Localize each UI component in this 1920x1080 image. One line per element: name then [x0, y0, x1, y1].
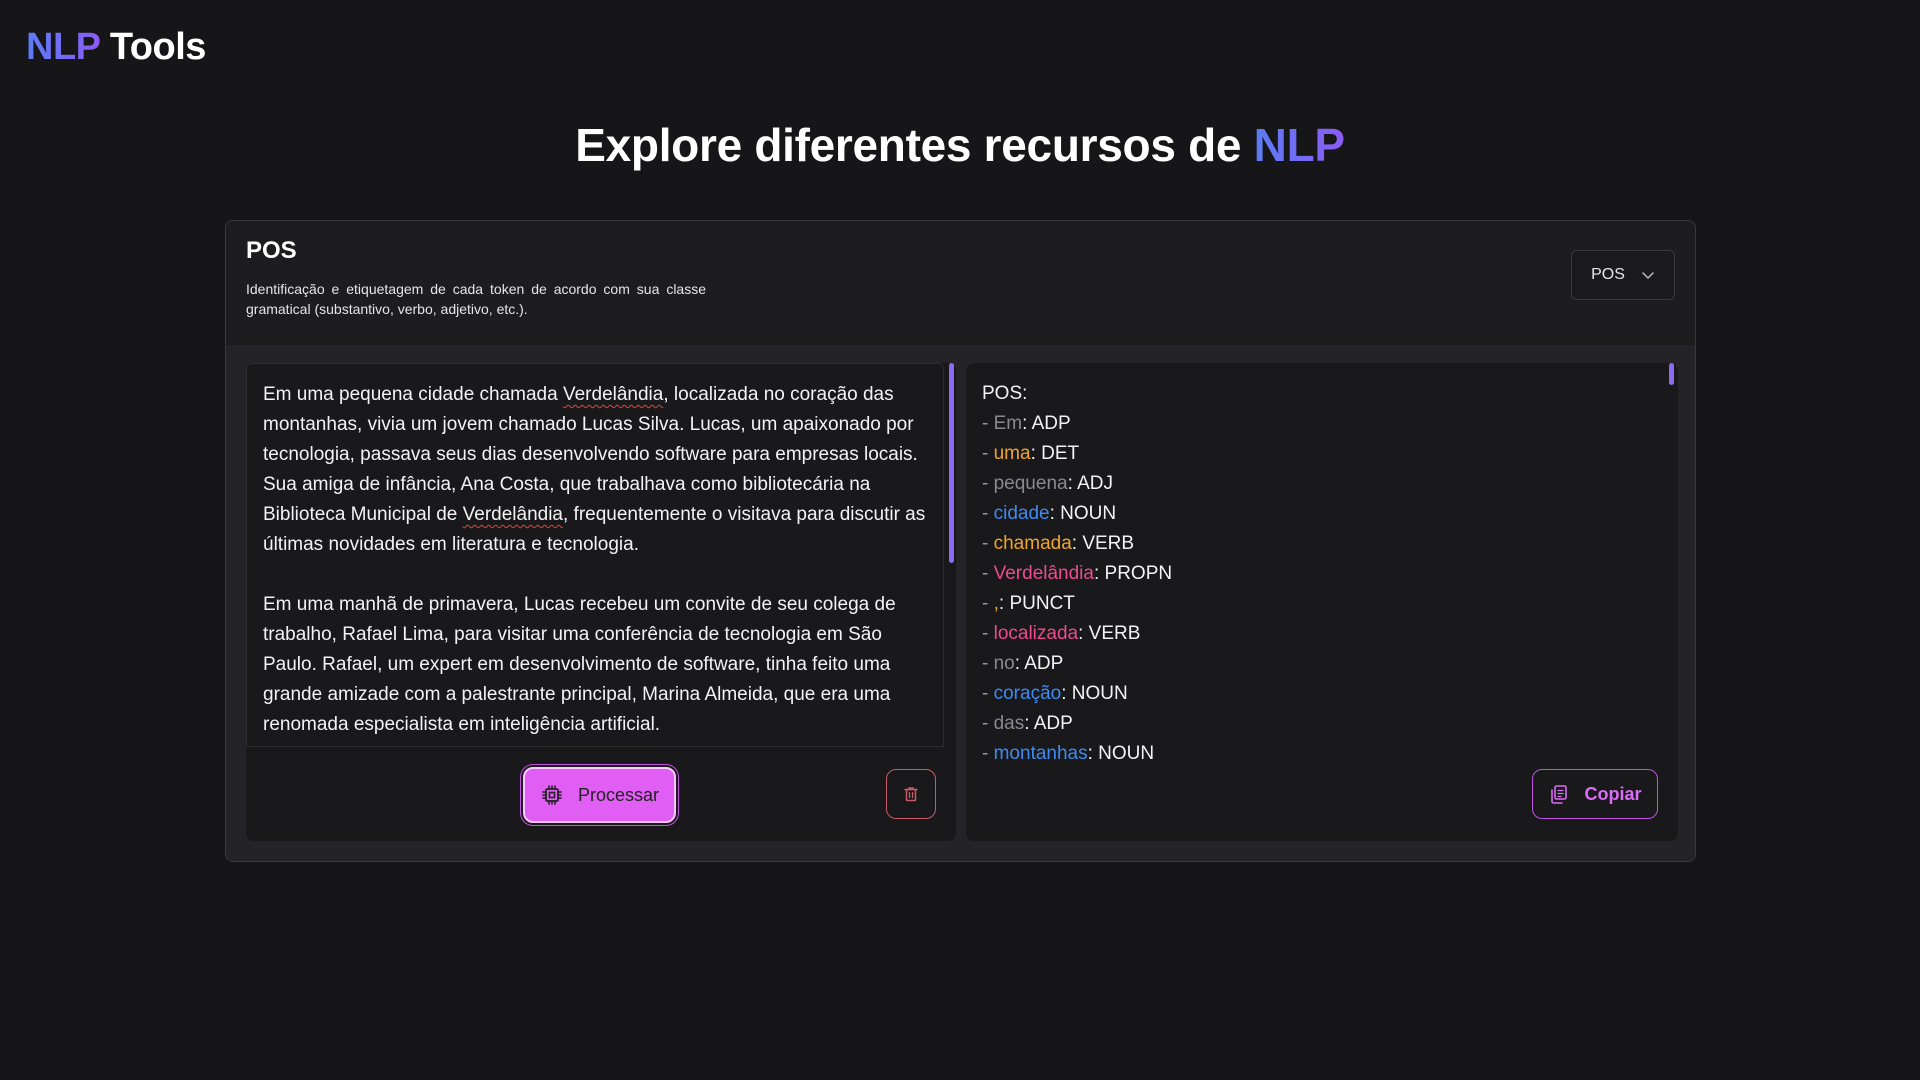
token-line: - pequena: ADJ — [982, 469, 1642, 499]
logo-text: Tools — [109, 26, 207, 68]
input-paragraph-2: Em uma manhã de primavera, Lucas recebeu… — [263, 594, 901, 735]
token-line: - Em: ADP — [982, 409, 1642, 439]
token-line: - cidade: NOUN — [982, 499, 1642, 529]
process-button[interactable]: Processar — [523, 767, 676, 823]
token-tag: : ADP — [1024, 713, 1073, 734]
copy-button-label: Copiar — [1584, 783, 1642, 804]
token-word: das — [993, 713, 1025, 734]
token-tag: : DET — [1030, 443, 1080, 464]
input-textarea[interactable]: Em uma pequena cidade chamada Verdelândi… — [246, 363, 944, 747]
token-bullet: - — [982, 623, 994, 644]
token-line: - localizada: VERB — [982, 619, 1642, 649]
token-tag: : NOUN — [1049, 503, 1117, 524]
pos-output: POS: - Em: ADP - uma: DET - pequena: ADJ - … — [982, 379, 1642, 763]
token-bullet: - — [982, 713, 994, 734]
token-word: chamada — [993, 533, 1072, 554]
token-bullet: - — [982, 443, 994, 464]
token-line: - coração: NOUN — [982, 679, 1642, 709]
token-bullet: - — [982, 503, 994, 524]
token-word: uma — [993, 443, 1031, 464]
card-header: POS Identificação e etiquetagem de cada … — [246, 237, 706, 319]
token-bullet: - — [982, 473, 994, 494]
token-bullet: - — [982, 593, 994, 614]
output-scrollbar-thumb[interactable] — [1669, 363, 1674, 385]
input-paragraph-1: Em uma pequena cidade chamada Verdelândi… — [263, 384, 931, 555]
token-word: no — [993, 653, 1015, 674]
token-bullet: - — [982, 413, 994, 434]
input-scrollbar-thumb[interactable] — [949, 363, 954, 563]
feature-select-value: POS — [1591, 266, 1625, 283]
misspelled-word: Verdelândia — [562, 384, 664, 405]
trash-icon — [904, 787, 918, 802]
chevron-down-icon — [1642, 272, 1654, 279]
token-line: - ,: PUNCT — [982, 589, 1642, 619]
token-tag: : ADP — [1014, 653, 1064, 674]
misspelled-word: Verdelândia — [462, 504, 563, 525]
page-title-prefix: Explore diferentes recursos de — [575, 119, 1254, 171]
output-scrollbar[interactable] — [1668, 363, 1674, 747]
cpu-chip-icon — [542, 785, 562, 805]
token-line: - no: ADP — [982, 649, 1642, 679]
token-tag: : VERB — [1071, 533, 1135, 554]
logo-accent: NLP — [26, 26, 100, 68]
output-panel: POS: - Em: ADP - uma: DET - pequena: ADJ - … — [966, 363, 1678, 841]
token-word: Em — [993, 413, 1023, 434]
token-list: - Em: ADP - uma: DET - pequena: ADJ - cidad… — [982, 409, 1642, 763]
output-header: POS: — [982, 383, 1028, 404]
page-title-accent: NLP — [1253, 119, 1345, 171]
token-bullet: - — [982, 653, 994, 674]
copy-icon — [1551, 785, 1568, 804]
page-title: Explore diferentes recursos de NLP — [0, 118, 1920, 172]
token-tag: : NOUN — [1061, 683, 1128, 704]
process-button-label: Processar — [577, 784, 660, 805]
token-word: pequena — [993, 473, 1068, 494]
token-line: - das: ADP — [982, 709, 1642, 739]
feature-select[interactable]: POS — [1571, 250, 1675, 300]
card-title: POS — [246, 237, 297, 264]
token-tag: : ADP — [1022, 413, 1071, 434]
token-bullet: - — [982, 563, 994, 584]
copy-button[interactable]: Copiar — [1532, 769, 1658, 819]
token-line: - chamada: VERB — [982, 529, 1642, 559]
token-tag: : NOUN — [1087, 743, 1155, 763]
token-bullet: - — [982, 533, 994, 554]
token-line: - Verdelândia: PROPN — [982, 559, 1642, 589]
token-word: Verdelândia — [993, 563, 1094, 584]
token-line: - uma: DET — [982, 439, 1642, 469]
token-tag: : PROPN — [1093, 563, 1173, 584]
token-bullet: - — [982, 683, 994, 704]
token-word: coração — [993, 683, 1062, 704]
app-logo[interactable]: NLP Tools — [26, 26, 206, 69]
token-word: localizada — [993, 623, 1079, 644]
input-scrollbar[interactable] — [949, 363, 956, 747]
token-bullet: - — [982, 743, 994, 763]
token-tag: : PUNCT — [998, 593, 1075, 614]
token-tag: : VERB — [1078, 623, 1141, 644]
token-tag: : ADJ — [1067, 473, 1113, 494]
token-word: cidade — [993, 503, 1050, 524]
token-word: montanhas — [993, 743, 1088, 763]
card-description: Identificação e etiquetagem de cada toke… — [246, 281, 706, 317]
clear-button[interactable] — [886, 769, 936, 819]
tool-card: POS Identificação e etiquetagem de cada … — [225, 220, 1696, 862]
token-line: - montanhas: NOUN — [982, 739, 1642, 763]
input-panel: Em uma pequena cidade chamada Verdelândi… — [246, 363, 956, 841]
